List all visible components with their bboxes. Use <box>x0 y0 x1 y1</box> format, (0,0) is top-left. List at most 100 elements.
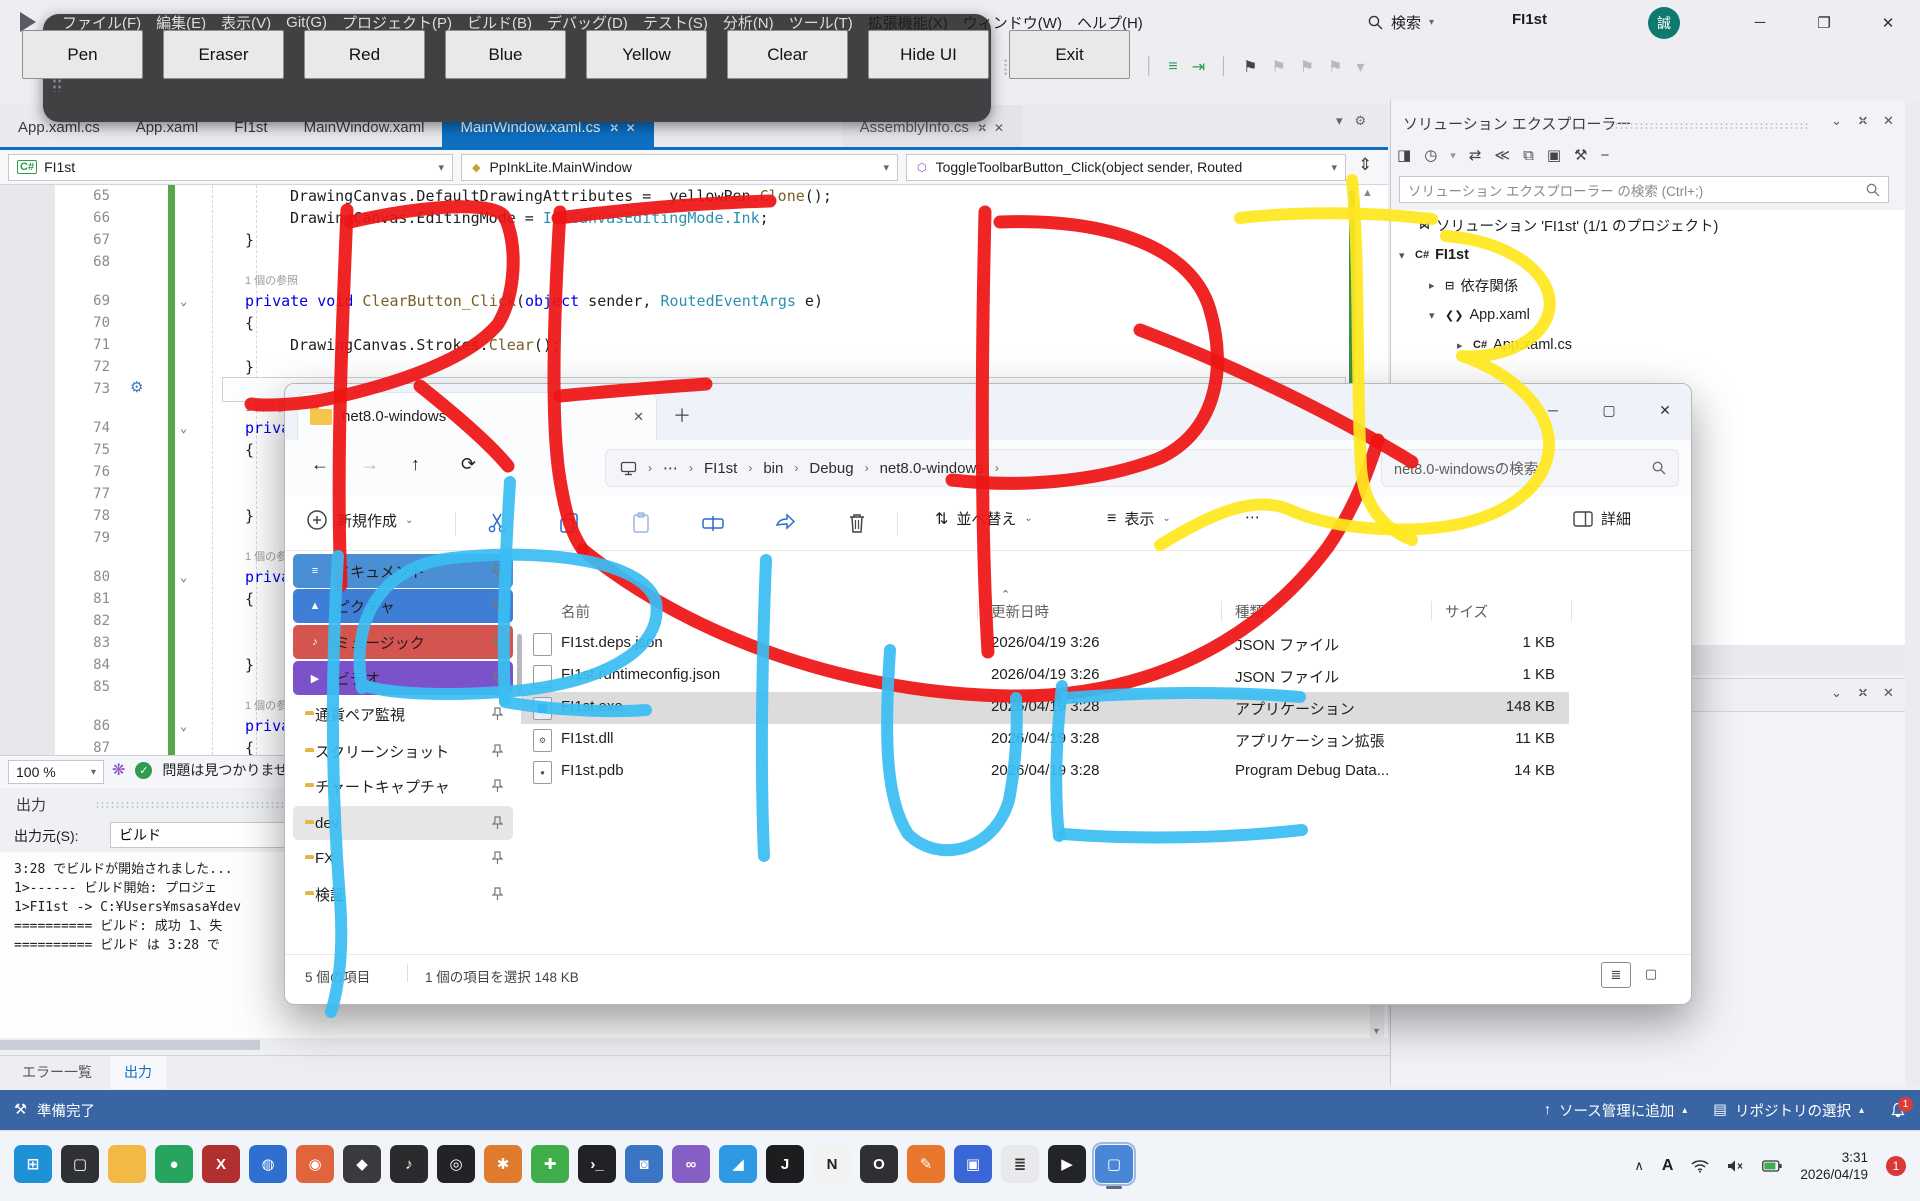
taskbar-app-icon[interactable]: ✚ <box>531 1145 569 1183</box>
file-row[interactable]: FI1st.deps.json 2026/04/19 3:26 JSON ファイ… <box>521 628 1569 660</box>
column-size[interactable]: サイズ <box>1445 601 1488 622</box>
close-button[interactable]: ✕ <box>1856 0 1920 45</box>
taskbar-app-icon[interactable]: ◙ <box>625 1145 663 1183</box>
wifi-icon[interactable] <box>1691 1159 1709 1173</box>
menu-item[interactable]: Git(G) <box>286 14 327 31</box>
breadcrumb-item[interactable]: net8.0-windows <box>880 460 984 477</box>
solution-toolbar-icon[interactable]: − <box>1600 147 1609 164</box>
solution-toolbar-icon[interactable]: ▣ <box>1547 146 1561 164</box>
taskbar-app-icon[interactable]: ✱ <box>484 1145 522 1183</box>
taskbar-app-icon[interactable]: ✎ <box>907 1145 945 1183</box>
taskbar-app-icon[interactable]: ▢ <box>61 1145 99 1183</box>
expander-icon[interactable]: ▸ <box>1429 279 1443 292</box>
ink-toolbar-button[interactable]: Eraser <box>163 30 284 79</box>
breadcrumb-item[interactable]: bin <box>763 460 783 477</box>
expander-icon[interactable]: ▾ <box>1399 249 1413 262</box>
ink-toolbar-button[interactable]: Clear <box>727 30 848 79</box>
address-bar[interactable]: › ⋯ › FI1st›bin›Debug›net8.0-windows› <box>605 449 1367 487</box>
taskbar-app-icon[interactable]: ● <box>155 1145 193 1183</box>
taskbar-app-icon[interactable]: X <box>202 1145 240 1183</box>
taskbar-app-icon[interactable]: ◆ <box>343 1145 381 1183</box>
thumbnail-view-toggle[interactable]: ▢ <box>1637 962 1665 986</box>
delete-icon[interactable] <box>845 511 869 535</box>
solution-toolbar-icon[interactable]: ⚒ <box>1574 146 1587 164</box>
account-avatar[interactable]: 誠 <box>1648 7 1680 39</box>
panel-tab[interactable]: エラー一覧 <box>8 1056 106 1089</box>
taskbar-app-icon[interactable]: ⊞ <box>14 1145 52 1183</box>
taskbar-app-icon[interactable]: ♪ <box>390 1145 428 1183</box>
split-editor-handle[interactable]: ⇕ <box>1358 155 1372 175</box>
nav-pane-item[interactable]: チャートキャプチャ <box>293 769 513 803</box>
close-button[interactable]: ✕ <box>1637 384 1692 436</box>
taskbar-app-icon[interactable]: ◢ <box>719 1145 757 1183</box>
maximize-button[interactable]: ❐ <box>1792 0 1856 45</box>
speaker-icon[interactable] <box>1727 1159 1744 1173</box>
solution-search-input[interactable]: ソリューション エクスプローラー の検索 (Ctrl+;) <box>1399 176 1889 203</box>
new-tab-button[interactable]: ＋ <box>673 402 691 428</box>
toolbar-icon[interactable]: ⚑ <box>1328 57 1342 77</box>
breadcrumb-ellipsis[interactable]: ⋯ <box>663 459 678 477</box>
taskbar-app-icon[interactable]: ≣ <box>1001 1145 1039 1183</box>
close-icon[interactable]: ✕ <box>626 121 636 135</box>
zoom-dropdown[interactable]: 100 %▾ <box>8 760 104 784</box>
chevron-down-icon[interactable]: ⌄ <box>1831 685 1842 701</box>
minimize-button[interactable]: ─ <box>1728 0 1792 45</box>
expander-icon[interactable]: ▸ <box>1457 339 1471 352</box>
taskbar-app-icon[interactable]: ▢ <box>1095 1145 1133 1183</box>
solution-toolbar-icon[interactable]: ◨ <box>1397 146 1411 164</box>
close-icon[interactable]: ✕ <box>1883 685 1894 701</box>
column-name[interactable]: 名前 <box>561 601 590 622</box>
taskbar-app-icon[interactable]: ▣ <box>954 1145 992 1183</box>
toolbar-icon[interactable]: ≡ <box>1168 58 1177 76</box>
minimize-button[interactable]: ─ <box>1525 384 1581 436</box>
file-row[interactable]: FI1st.runtimeconfig.json 2026/04/19 3:26… <box>521 660 1569 692</box>
breadcrumb-item[interactable]: FI1st <box>704 460 737 477</box>
scroll-up-icon[interactable]: ▲ <box>1362 187 1373 199</box>
panel-tab[interactable]: 出力 <box>110 1056 166 1089</box>
ink-toolbar-button[interactable]: Blue <box>445 30 566 79</box>
file-row[interactable]: ⚙ FI1st.dll 2026/04/19 3:28 アプリケーション拡張 1… <box>521 724 1569 756</box>
pin-icon[interactable]: ✛ <box>1853 683 1872 702</box>
list-view-toggle[interactable]: ≣ <box>1601 962 1631 988</box>
right-scrollbar-strip[interactable] <box>1905 100 1920 1085</box>
nav-pane-item[interactable]: 検証 <box>293 877 513 911</box>
solution-toolbar-icon[interactable]: ⧉ <box>1523 147 1534 164</box>
gear-icon[interactable]: ⚙ <box>1355 113 1367 129</box>
ime-indicator[interactable]: A <box>1662 1157 1674 1175</box>
nav-pane-item[interactable]: スクリーンショット <box>293 734 513 768</box>
nav-pane-item[interactable]: 通貨ペア監視 <box>293 697 513 731</box>
method-dropdown[interactable]: ⬡ ToggleToolbarButton_Click(object sende… <box>906 154 1346 181</box>
ink-toolbar-button[interactable]: Exit <box>1009 30 1130 79</box>
explorer-search-input[interactable]: net8.0-windowsの検索 <box>1381 449 1679 487</box>
file-row[interactable]: ● FI1st.pdb 2026/04/19 3:28 Program Debu… <box>521 756 1569 788</box>
pin-icon[interactable]: ✛ <box>1853 111 1872 130</box>
toolbar-icon[interactable]: ⚑ <box>1300 57 1314 77</box>
solution-toolbar-icon[interactable]: ⇄ <box>1469 146 1482 164</box>
solution-toolbar-icon[interactable]: ◷ <box>1424 146 1437 164</box>
share-icon[interactable] <box>773 511 797 535</box>
class-dropdown[interactable]: ◆ PpInkLite.MainWindow ▾ <box>461 154 898 181</box>
notification-badge[interactable]: 1 <box>1886 1156 1906 1176</box>
scroll-down-icon[interactable]: ▼ <box>1372 1026 1381 1036</box>
tree-item[interactable]: ▸ ⊟ 依存関係 <box>1391 270 1906 300</box>
tree-item[interactable]: ▸ C# App.xaml.cs <box>1391 330 1906 360</box>
nav-pane-item[interactable]: dev <box>293 806 513 840</box>
select-repository-button[interactable]: ▤ リポジトリの選択▴ <box>1713 1100 1864 1121</box>
tree-item[interactable]: ▾ ❮❯ App.xaml <box>1391 300 1906 330</box>
close-icon[interactable]: ✕ <box>994 121 1004 135</box>
battery-icon[interactable] <box>1762 1160 1782 1172</box>
tab-dropdown-icon[interactable]: ▾ <box>1336 113 1343 129</box>
output-horizontal-scrollbar[interactable] <box>0 1040 260 1050</box>
solution-toolbar-icon[interactable]: ≪ <box>1494 146 1510 164</box>
taskbar-app-icon[interactable] <box>108 1145 146 1183</box>
nav-pane-item[interactable]: ≡ ドキュメント <box>293 554 513 588</box>
taskbar-app-icon[interactable]: O <box>860 1145 898 1183</box>
refresh-button[interactable]: ⟳ <box>461 454 476 475</box>
taskbar-app-icon[interactable]: N <box>813 1145 851 1183</box>
ink-toolbar-button[interactable]: Hide UI <box>868 30 989 79</box>
toolbar-icon[interactable]: ⚑ <box>1271 57 1285 77</box>
close-icon[interactable]: ✕ <box>1883 113 1894 129</box>
expander-icon[interactable]: ▾ <box>1429 309 1443 322</box>
up-button[interactable]: ↑ <box>411 454 420 475</box>
taskbar-app-icon[interactable]: ›_ <box>578 1145 616 1183</box>
